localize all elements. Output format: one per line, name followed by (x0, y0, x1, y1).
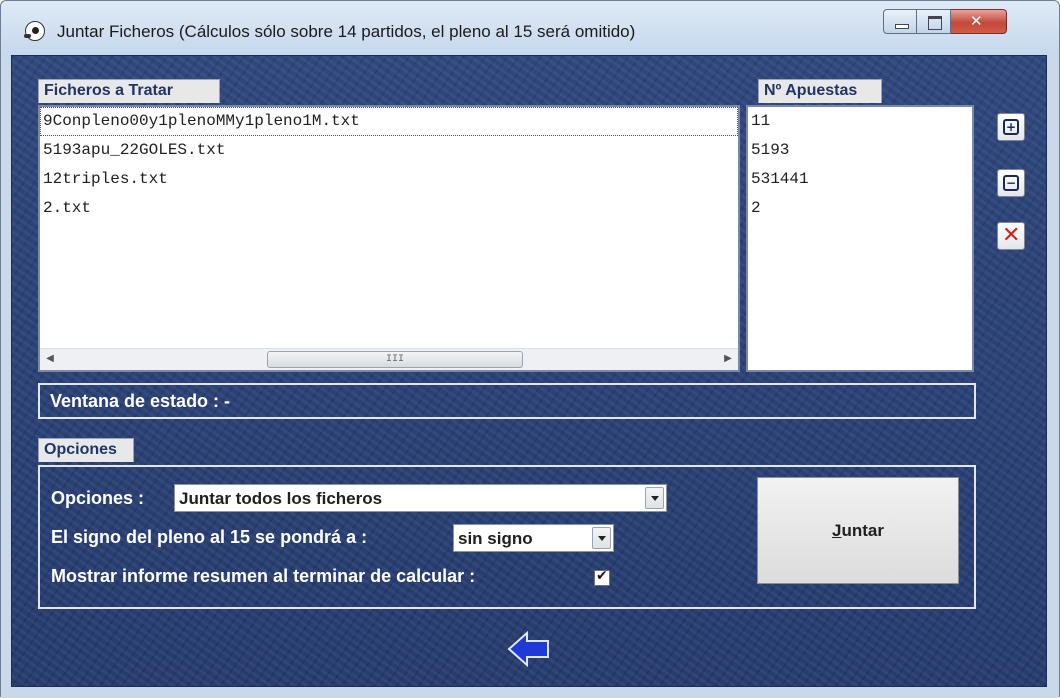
soccer-ball-icon (24, 21, 45, 41)
opciones-label: Opciones : (51, 488, 145, 508)
files-panel-label: Ficheros a Tratar (38, 79, 220, 103)
list-item[interactable]: 2 (748, 194, 972, 223)
report-label: Mostrar informe resumen al terminar de c… (51, 566, 476, 586)
plus-box-icon: + (1003, 119, 1019, 135)
minus-box-icon: − (1003, 175, 1019, 191)
report-checkbox[interactable] (594, 568, 610, 586)
list-item[interactable]: 5193 (748, 136, 972, 165)
main-window: Juntar Ficheros (Cálculos sólo sobre 14 … (0, 0, 1060, 698)
caption-buttons (883, 9, 1041, 34)
window-bottom-border (1, 687, 1059, 698)
list-item[interactable]: 531441 (748, 165, 972, 194)
pleno-sign-value: sin signo (458, 529, 533, 548)
chevron-down-icon[interactable] (645, 487, 664, 509)
status-text: Ventana de estado : - (50, 391, 231, 411)
title-bar[interactable]: Juntar Ficheros (Cálculos sólo sobre 14 … (1, 1, 1059, 55)
close-button[interactable] (951, 9, 1007, 34)
horizontal-scrollbar[interactable]: ◀ III ▶ (40, 348, 738, 370)
files-listbox[interactable]: 9Conpleno00y1plenoMMy1pleno1M.txt 5193ap… (38, 105, 740, 372)
maximize-button[interactable] (917, 9, 951, 34)
scroll-left-arrow-icon[interactable]: ◀ (40, 349, 60, 371)
minimize-button[interactable] (883, 9, 917, 34)
add-file-button[interactable]: + (997, 113, 1025, 141)
red-x-icon: ✕ (1002, 223, 1021, 248)
pleno-label: El signo del pleno al 15 se pondrá a : (51, 527, 368, 547)
list-item[interactable]: 5193apu_22GOLES.txt (40, 136, 738, 165)
window-title: Juntar Ficheros (Cálculos sólo sobre 14 … (57, 22, 636, 41)
list-item[interactable]: 11 (748, 107, 972, 136)
juntar-button[interactable]: Juntar (757, 477, 959, 584)
list-item[interactable]: 12triples.txt (40, 165, 738, 194)
pleno-sign-select[interactable]: sin signo (453, 524, 614, 552)
bets-panel-label: Nº Apuestas (758, 79, 882, 103)
scroll-right-arrow-icon[interactable]: ▶ (718, 349, 738, 371)
status-panel: Ventana de estado : - (38, 383, 976, 419)
bets-listbox[interactable]: 11 5193 531441 2 (746, 105, 974, 372)
scroll-thumb[interactable]: III (267, 351, 523, 368)
remove-file-button[interactable]: − (997, 169, 1025, 197)
opciones-select[interactable]: Juntar todos los ficheros (174, 484, 667, 512)
opciones-select-value: Juntar todos los ficheros (179, 489, 383, 508)
juntar-label: untar (841, 520, 884, 540)
list-item[interactable]: 9Conpleno00y1plenoMMy1pleno1M.txt (40, 107, 738, 136)
juntar-accel-letter: J (832, 520, 842, 540)
back-arrow-icon[interactable] (507, 631, 551, 667)
options-tab-label: Opciones (38, 438, 134, 462)
client-area: Ficheros a Tratar 9Conpleno00y1plenoMMy1… (11, 55, 1047, 687)
chevron-down-icon[interactable] (592, 527, 611, 549)
delete-all-button[interactable]: ✕ (997, 222, 1025, 250)
list-item[interactable]: 2.txt (40, 194, 738, 223)
